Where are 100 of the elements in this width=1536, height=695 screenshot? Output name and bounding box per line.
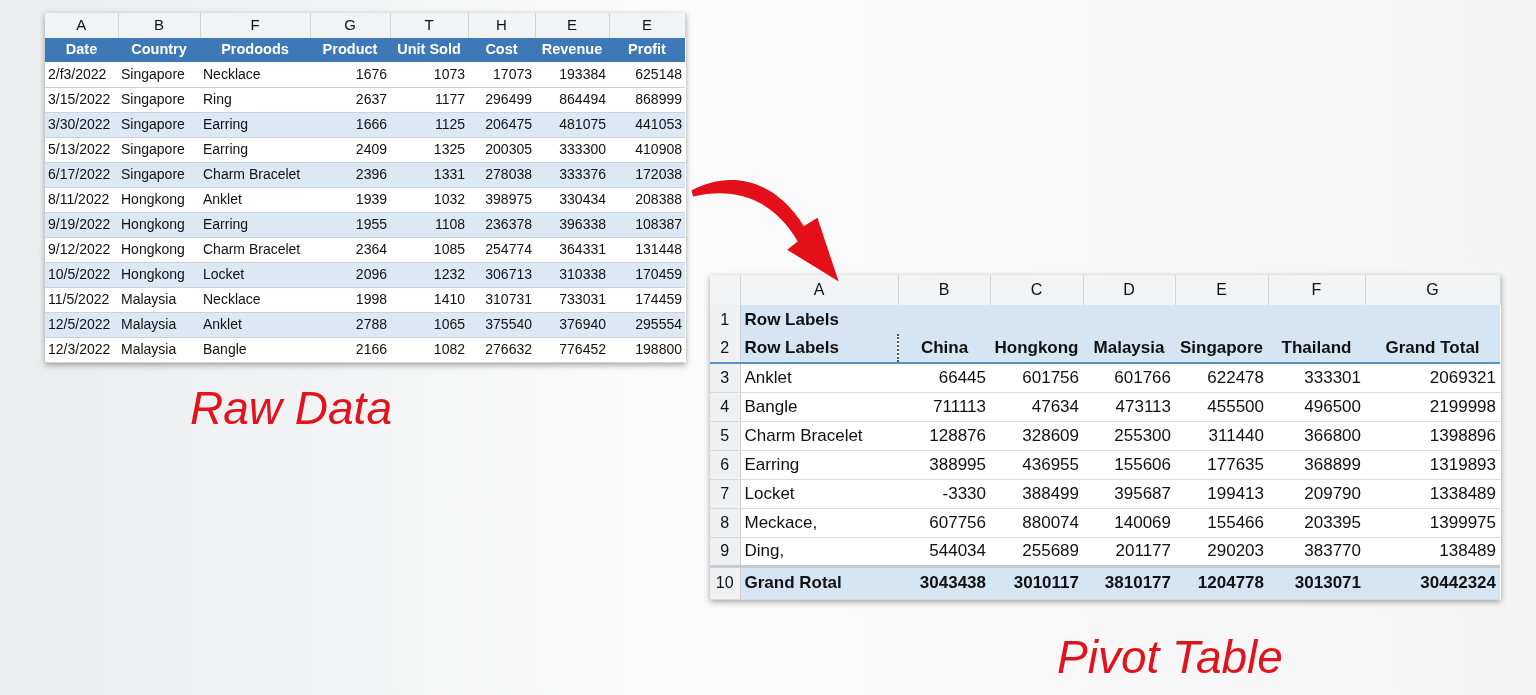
table-cell: Malaysia bbox=[118, 337, 200, 362]
table-cell: 255300 bbox=[1083, 421, 1175, 450]
table-cell: 206475 bbox=[468, 112, 535, 137]
table-cell: 203395 bbox=[1268, 508, 1365, 537]
table-cell: 1676 bbox=[310, 62, 390, 87]
table-cell: Singapore bbox=[118, 112, 200, 137]
table-cell: 333376 bbox=[535, 162, 609, 187]
table-cell: 473113 bbox=[1083, 392, 1175, 421]
table-cell: Singapore bbox=[118, 137, 200, 162]
total-cell: 1204778 bbox=[1175, 566, 1268, 599]
table-cell: Hongkong bbox=[118, 187, 200, 212]
table-cell: 864494 bbox=[535, 87, 609, 112]
table-cell: 8/11/2022 bbox=[45, 187, 118, 212]
table-cell: 398975 bbox=[468, 187, 535, 212]
table-cell: Bangle bbox=[200, 337, 310, 362]
column-header: Country bbox=[118, 38, 200, 62]
table-cell: 1998 bbox=[310, 287, 390, 312]
table-cell: 108387 bbox=[609, 212, 685, 237]
row-number: 7 bbox=[710, 479, 740, 508]
table-cell: 2409 bbox=[310, 137, 390, 162]
column-letter: D bbox=[1083, 275, 1175, 305]
table-cell: 1319893 bbox=[1365, 450, 1500, 479]
caption: Raw Data bbox=[190, 381, 392, 434]
table-cell: 776452 bbox=[535, 337, 609, 362]
table-cell: 1073 bbox=[390, 62, 468, 87]
table-cell: 9/12/2022 bbox=[45, 237, 118, 262]
table-cell: Earring bbox=[200, 212, 310, 237]
table-cell: 2637 bbox=[310, 87, 390, 112]
column-letter: G bbox=[310, 13, 390, 38]
table-cell: 6/17/2022 bbox=[45, 162, 118, 187]
table-cell: Charm Bracelet bbox=[200, 237, 310, 262]
table-cell: Malaysia bbox=[118, 312, 200, 337]
column-header: China bbox=[898, 334, 990, 363]
table-cell: 1666 bbox=[310, 112, 390, 137]
table-cell: 11/5/2022 bbox=[45, 287, 118, 312]
column-header: Product bbox=[310, 38, 390, 62]
table-cell: 1108 bbox=[390, 212, 468, 237]
table-cell: 376940 bbox=[535, 312, 609, 337]
column-letter: T bbox=[390, 13, 468, 38]
table-cell: 200305 bbox=[468, 137, 535, 162]
table-cell: 306713 bbox=[468, 262, 535, 287]
table-cell: 1939 bbox=[310, 187, 390, 212]
table-cell: Anklet bbox=[740, 363, 898, 392]
column-letter: E bbox=[609, 13, 685, 38]
table-cell: 388995 bbox=[898, 450, 990, 479]
table-cell: 455500 bbox=[1175, 392, 1268, 421]
column-header: Row Labels bbox=[740, 334, 898, 363]
column-letter: B bbox=[898, 275, 990, 305]
table-cell: 276632 bbox=[468, 337, 535, 362]
column-letter: E bbox=[535, 13, 609, 38]
table-cell: 3/15/2022 bbox=[45, 87, 118, 112]
column-header: Grand Total bbox=[1365, 334, 1500, 363]
column-letter: H bbox=[468, 13, 535, 38]
table-cell: 174459 bbox=[609, 287, 685, 312]
column-header: Malaysia bbox=[1083, 334, 1175, 363]
table-cell: 1065 bbox=[390, 312, 468, 337]
table-cell: 368899 bbox=[1268, 450, 1365, 479]
column-header: Revenue bbox=[535, 38, 609, 62]
table-cell: 310338 bbox=[535, 262, 609, 287]
table-cell: 2166 bbox=[310, 337, 390, 362]
total-cell: Grand Rotal bbox=[740, 566, 898, 599]
table-cell: Singapore bbox=[118, 62, 200, 87]
table-cell: 1410 bbox=[390, 287, 468, 312]
table-cell: 2396 bbox=[310, 162, 390, 187]
row-number: 5 bbox=[710, 421, 740, 450]
table-cell: 177635 bbox=[1175, 450, 1268, 479]
table-cell: 295554 bbox=[609, 312, 685, 337]
table-cell: 296499 bbox=[468, 87, 535, 112]
table-cell: 47634 bbox=[990, 392, 1083, 421]
table-cell: 711113 bbox=[898, 392, 990, 421]
table-cell: 9/19/2022 bbox=[45, 212, 118, 237]
row-number: 1 bbox=[710, 305, 740, 334]
table-cell: 1331 bbox=[390, 162, 468, 187]
row-number: 10 bbox=[710, 566, 740, 599]
table-cell: 155466 bbox=[1175, 508, 1268, 537]
table-cell: 481075 bbox=[535, 112, 609, 137]
column-header: Hongkong bbox=[990, 334, 1083, 363]
table-cell: 601766 bbox=[1083, 363, 1175, 392]
table-cell: 441053 bbox=[609, 112, 685, 137]
table-cell: 311440 bbox=[1175, 421, 1268, 450]
table-cell: 607756 bbox=[898, 508, 990, 537]
table-cell: -3330 bbox=[898, 479, 990, 508]
table-cell: Charm Bracelet bbox=[740, 421, 898, 450]
total-cell: 3013071 bbox=[1268, 566, 1365, 599]
table-cell: 2199998 bbox=[1365, 392, 1500, 421]
table-cell: 868999 bbox=[609, 87, 685, 112]
column-letter: E bbox=[1175, 275, 1268, 305]
column-header: Unit Sold bbox=[390, 38, 468, 62]
table-cell: Ring bbox=[200, 87, 310, 112]
table-cell: 140069 bbox=[1083, 508, 1175, 537]
table-cell: 1399975 bbox=[1365, 508, 1500, 537]
table-cell: 198800 bbox=[609, 337, 685, 362]
table-cell: 10/5/2022 bbox=[45, 262, 118, 287]
table-cell: Anklet bbox=[200, 312, 310, 337]
table-cell: Bangle bbox=[740, 392, 898, 421]
table-cell: 395687 bbox=[1083, 479, 1175, 508]
table-cell: 1125 bbox=[390, 112, 468, 137]
table-cell: 733031 bbox=[535, 287, 609, 312]
table-cell: 496500 bbox=[1268, 392, 1365, 421]
table-cell: 1085 bbox=[390, 237, 468, 262]
